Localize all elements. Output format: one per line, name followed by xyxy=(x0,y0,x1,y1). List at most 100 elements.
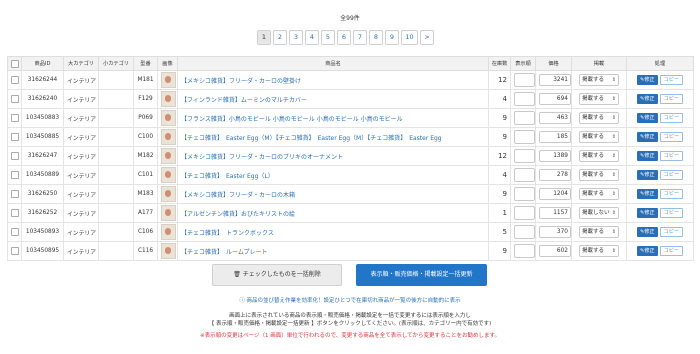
page-6-button[interactable]: 6 xyxy=(337,30,351,45)
product-thumbnail[interactable] xyxy=(161,224,176,240)
page-10-button[interactable]: 10 xyxy=(401,30,418,45)
row-checkbox-cell[interactable] xyxy=(7,241,22,261)
row-checkbox-cell[interactable] xyxy=(7,203,22,223)
bulk-delete-button[interactable]: 🗑 チェックしたものを一括削除 xyxy=(212,264,342,286)
price-input[interactable]: 463 xyxy=(539,112,571,124)
row-checkbox-cell[interactable] xyxy=(7,89,22,109)
page-2-button[interactable]: 2 xyxy=(273,30,287,45)
price-input[interactable]: 3241 xyxy=(539,74,571,86)
row-checkbox-cell[interactable] xyxy=(7,222,22,242)
header-price[interactable]: 価格 xyxy=(535,56,572,71)
edit-button[interactable]: ✎修正 xyxy=(636,94,658,104)
product-thumbnail[interactable] xyxy=(161,148,176,164)
publish-select[interactable]: 掲載する ⇕ xyxy=(579,226,619,238)
row-checkbox[interactable] xyxy=(11,76,19,84)
display-order-input[interactable] xyxy=(514,206,535,220)
page-9-button[interactable]: 9 xyxy=(385,30,399,45)
price-input[interactable]: 370 xyxy=(539,226,571,238)
product-thumbnail[interactable] xyxy=(161,186,176,202)
edit-button[interactable]: ✎修正 xyxy=(636,208,658,218)
edit-button[interactable]: ✎修正 xyxy=(636,170,658,180)
edit-button[interactable]: ✎修正 xyxy=(636,189,658,199)
product-thumbnail[interactable] xyxy=(161,110,176,126)
publish-select[interactable]: 掲載する ⇕ xyxy=(579,74,619,86)
info-note[interactable]: ⓘ 商品の並び替え作業を効率化！設定ひとつで在庫切れ商品が一覧の後方に自動的に表… xyxy=(0,296,700,304)
header-product-name[interactable]: 商品名 xyxy=(177,56,489,71)
select-all-checkbox[interactable] xyxy=(10,59,19,68)
product-name-link[interactable]: 【チェコ雑貨】 Easter Egg（M）【チェコ雑貨】 Easter Egg（… xyxy=(181,135,442,142)
publish-select[interactable]: 掲載しない ⇕ xyxy=(579,207,619,219)
product-thumbnail[interactable] xyxy=(161,129,176,145)
row-checkbox[interactable] xyxy=(11,133,19,141)
product-name-link[interactable]: 【フランス雑貨】小鳥のモビール 小鳥のモビール 小鳥のモビール 小鳥のモビール xyxy=(181,116,403,123)
price-input[interactable]: 185 xyxy=(539,131,571,143)
row-checkbox-cell[interactable] xyxy=(7,70,22,90)
header-model[interactable]: 型番 xyxy=(133,56,158,71)
copy-button[interactable]: コピー xyxy=(659,132,684,142)
price-input[interactable]: 602 xyxy=(539,245,571,257)
publish-select[interactable]: 掲載する ⇕ xyxy=(579,93,619,105)
page-1-button[interactable]: 1 xyxy=(257,30,271,45)
header-category[interactable]: 大カテゴリ xyxy=(63,56,99,71)
header-order[interactable]: 表示順 xyxy=(510,56,536,71)
product-thumbnail[interactable] xyxy=(161,243,176,259)
product-name-link[interactable]: 【チェコ雑貨】 ルームプレート xyxy=(181,249,267,256)
row-checkbox-cell[interactable] xyxy=(7,184,22,204)
page-next-button[interactable]: > xyxy=(420,30,434,45)
copy-button[interactable]: コピー xyxy=(659,246,684,256)
price-input[interactable]: 278 xyxy=(539,169,571,181)
copy-button[interactable]: コピー xyxy=(659,94,684,104)
edit-button[interactable]: ✎修正 xyxy=(636,227,658,237)
display-order-input[interactable] xyxy=(514,111,535,125)
row-checkbox[interactable] xyxy=(11,247,19,255)
row-checkbox[interactable] xyxy=(11,114,19,122)
row-checkbox[interactable] xyxy=(11,228,19,236)
publish-select[interactable]: 掲載する ⇕ xyxy=(579,188,619,200)
publish-select[interactable]: 掲載する ⇕ xyxy=(579,131,619,143)
display-order-input[interactable] xyxy=(514,92,535,106)
price-input[interactable]: 1157 xyxy=(539,207,571,219)
page-4-button[interactable]: 4 xyxy=(305,30,319,45)
page-7-button[interactable]: 7 xyxy=(353,30,367,45)
display-order-input[interactable] xyxy=(514,73,535,87)
display-order-input[interactable] xyxy=(514,225,535,239)
row-checkbox-cell[interactable] xyxy=(7,146,22,166)
product-thumbnail[interactable] xyxy=(161,91,176,107)
price-input[interactable]: 1204 xyxy=(539,188,571,200)
product-name-link[interactable]: 【フィンランド雑貨】ムーミンのマルチカバー xyxy=(181,97,307,104)
product-thumbnail[interactable] xyxy=(161,167,176,183)
copy-button[interactable]: コピー xyxy=(659,75,684,85)
row-checkbox[interactable] xyxy=(11,95,19,103)
publish-select[interactable]: 掲載する ⇕ xyxy=(579,245,619,257)
display-order-input[interactable] xyxy=(514,187,535,201)
row-checkbox-cell[interactable] xyxy=(7,165,22,185)
product-thumbnail[interactable] xyxy=(161,205,176,221)
copy-button[interactable]: コピー xyxy=(659,151,684,161)
copy-button[interactable]: コピー xyxy=(659,227,684,237)
row-checkbox[interactable] xyxy=(11,209,19,217)
publish-select[interactable]: 掲載する ⇕ xyxy=(579,169,619,181)
bulk-update-button[interactable]: 表示順・販売価格・掲載設定一括更新 xyxy=(356,264,487,286)
header-subcategory[interactable]: 小カテゴリ xyxy=(98,56,134,71)
publish-select[interactable]: 掲載する ⇕ xyxy=(579,112,619,124)
header-select[interactable] xyxy=(7,56,22,71)
product-name-link[interactable]: 【メキシコ雑貨】フリーダ・カーロの壁掛け xyxy=(181,78,301,85)
edit-button[interactable]: ✎修正 xyxy=(636,132,658,142)
price-input[interactable]: 694 xyxy=(539,93,571,105)
product-name-link[interactable]: 【メキシコ雑貨】フリーダ・カーロの木箱 xyxy=(181,192,295,199)
display-order-input[interactable] xyxy=(514,149,535,163)
product-name-link[interactable]: 【アルゼンチン雑貨】おびたキリストの絵 xyxy=(181,211,295,218)
product-name-link[interactable]: 【チェコ雑貨】 トランクボックス xyxy=(181,230,274,237)
publish-select[interactable]: 掲載する ⇕ xyxy=(579,150,619,162)
price-input[interactable]: 1389 xyxy=(539,150,571,162)
row-checkbox-cell[interactable] xyxy=(7,127,22,147)
row-checkbox[interactable] xyxy=(11,171,19,179)
display-order-input[interactable] xyxy=(514,130,535,144)
edit-button[interactable]: ✎修正 xyxy=(636,113,658,123)
copy-button[interactable]: コピー xyxy=(659,189,684,199)
header-stock[interactable]: 在庫数 xyxy=(488,56,511,71)
product-name-link[interactable]: 【チェコ雑貨】 Easter Egg（L） xyxy=(181,173,274,180)
page-3-button[interactable]: 3 xyxy=(289,30,303,45)
edit-button[interactable]: ✎修正 xyxy=(636,151,658,161)
copy-button[interactable]: コピー xyxy=(659,170,684,180)
